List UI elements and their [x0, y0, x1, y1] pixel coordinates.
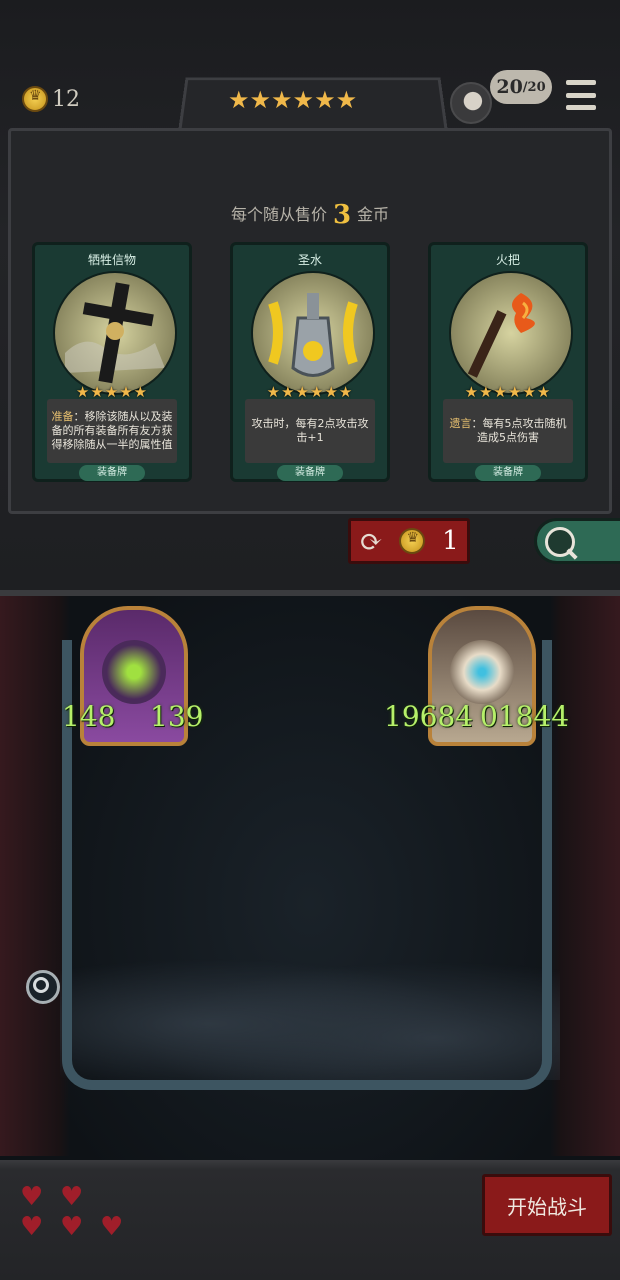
- card-description: 遗言：每有5点攻击随机造成5点伤害: [443, 399, 573, 463]
- card-keyword: 遗言: [449, 417, 472, 430]
- card-art-cross: [53, 271, 177, 395]
- roster-count: 20: [496, 76, 523, 98]
- shop-card-2[interactable]: 圣水 ★★★★★★ 攻击时，每有2点攻击攻击+1 装备牌: [230, 242, 390, 482]
- card-desc-text: ：每有5点攻击随机造成5点伤害: [471, 417, 567, 444]
- card-description: 准备：移除该随从以及装备的所有装备所有友方获得移除随从一半的属性值: [47, 399, 177, 463]
- shop-card-1[interactable]: 牺牲信物 ★★★★★ 准备：移除该随从以及装备的所有装备所有友方获得移除随从一半…: [32, 242, 192, 482]
- card-art-torch: [449, 271, 573, 395]
- roster-count-badge: 20/20: [490, 70, 552, 104]
- minion-1-health: 139: [150, 700, 204, 733]
- gold-counter: 12: [22, 86, 80, 112]
- search-icon: [545, 527, 575, 557]
- coin-icon: [22, 86, 48, 112]
- refresh-icon: ⟳: [359, 524, 383, 558]
- sell-prefix: 每个随从售价: [230, 205, 327, 224]
- zoom-icon[interactable]: [26, 970, 60, 1004]
- player-avatar[interactable]: [450, 82, 492, 124]
- card-type: 装备牌: [475, 465, 541, 481]
- gold-amount: 12: [52, 86, 80, 112]
- start-battle-button[interactable]: 开始战斗: [482, 1174, 612, 1236]
- minion-2-attack: 19684: [384, 700, 474, 733]
- tavern-tier-stars: ★★★★★★: [228, 86, 358, 114]
- minion-portrait: [450, 640, 514, 704]
- search-button[interactable]: [534, 518, 620, 564]
- shop-card-3[interactable]: 火把 ★★★★★★ 遗言：每有5点攻击随机造成5点伤害 装备牌: [428, 242, 588, 482]
- card-desc-text: 攻击时，每有2点攻击攻击+1: [251, 417, 369, 444]
- sell-price-text: 每个随从售价 3 金币: [0, 200, 620, 230]
- menu-icon[interactable]: [566, 80, 596, 110]
- card-keyword: 准备: [51, 410, 74, 423]
- card-name: 圣水: [297, 253, 322, 267]
- heart-icon: ♥: [20, 1212, 44, 1242]
- coin-icon: [399, 528, 426, 554]
- card-art-holy-water: [251, 271, 375, 395]
- minion-2-health: 01844: [480, 700, 570, 733]
- card-type: 装备牌: [277, 465, 343, 481]
- minion-portrait: [102, 640, 166, 704]
- heart-icon: ♥: [100, 1212, 124, 1242]
- minion-1-attack: 148: [62, 700, 116, 733]
- refresh-shop-button[interactable]: ⟳ 1: [348, 518, 470, 564]
- card-description: 攻击时，每有2点攻击攻击+1: [245, 399, 375, 463]
- card-name: 牺牲信物: [87, 253, 136, 267]
- roster-max: /20: [522, 79, 546, 95]
- refresh-cost: 1: [442, 526, 459, 556]
- heart-icon: ♥: [60, 1182, 84, 1212]
- card-name: 火把: [495, 253, 520, 267]
- sell-suffix: 金币: [357, 205, 390, 224]
- heart-icon: ♥: [20, 1182, 44, 1212]
- card-type: 装备牌: [79, 465, 145, 481]
- heart-icon: ♥: [60, 1212, 84, 1242]
- sell-price: 3: [332, 200, 352, 230]
